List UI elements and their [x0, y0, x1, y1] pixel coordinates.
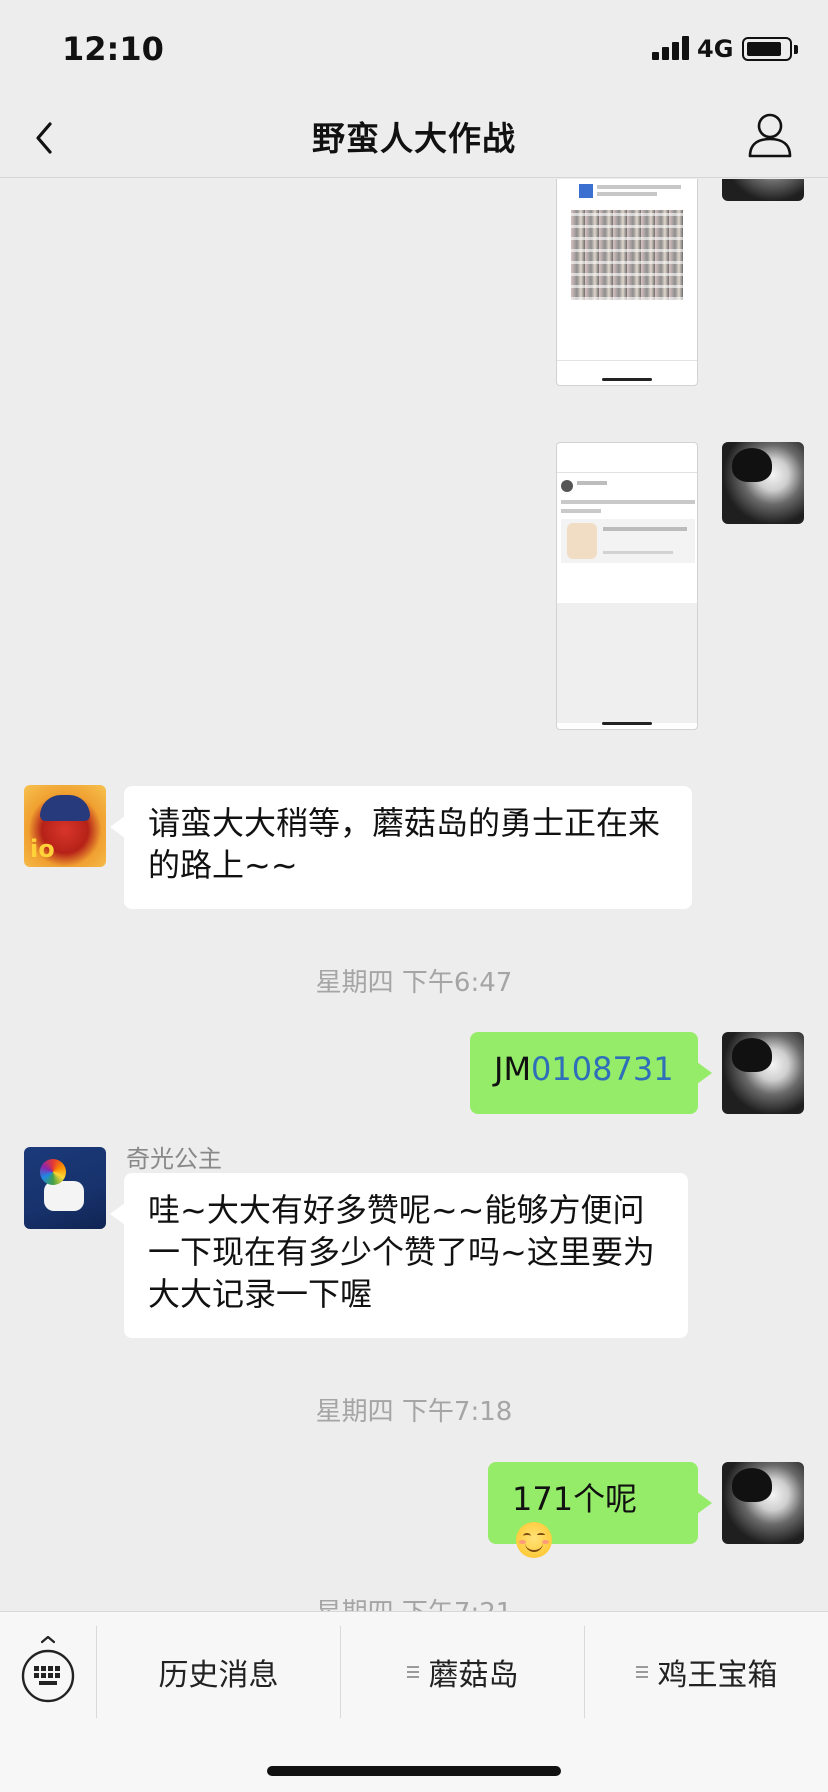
keyboard-icon [21, 1635, 75, 1703]
avatar[interactable] [24, 1147, 106, 1229]
chat-area[interactable]: 请蛮大大稍等，蘑菇岛的勇士正在来的路上~~ 星期四 下午6:47 JM01087… [0, 179, 828, 1611]
message-bubble[interactable]: JM0108731 [470, 1032, 712, 1114]
menu-item-chicken-king-chest[interactable]: 鸡王宝箱 [585, 1626, 828, 1718]
avatar[interactable] [722, 1462, 804, 1544]
battery-icon [742, 37, 798, 61]
message-bubble[interactable]: 哇~大大有好多赞呢~~能够方便问一下现在有多少个赞了吗~这里要为大大记录一下喔 [110, 1173, 688, 1338]
message-bubble[interactable]: 请蛮大大稍等，蘑菇岛的勇士正在来的路上~~ [110, 786, 692, 909]
message-text: JM [494, 1050, 532, 1088]
avatar[interactable] [722, 179, 804, 201]
menu-item-label: 蘑菇岛 [428, 1658, 519, 1693]
signal-icon [652, 36, 690, 60]
avatar[interactable] [24, 785, 106, 867]
status-time: 12:10 [62, 30, 164, 68]
profile-icon [748, 113, 792, 158]
message-text: 哇~大大有好多赞呢~~能够方便问一下现在有多少个赞了吗~这里要为大大记录一下喔 [148, 1191, 655, 1313]
menu-item-history[interactable]: 历史消息 [97, 1626, 340, 1718]
avatar[interactable] [722, 442, 804, 524]
avatar[interactable] [722, 1032, 804, 1114]
message-text: 请蛮大大稍等，蘑菇岛的勇士正在来的路上~~ [148, 804, 661, 884]
timestamp: 星期四 下午7:21 [0, 1592, 828, 1611]
phone-number-link[interactable]: 0108731 [531, 1050, 674, 1088]
network-type: 4G [697, 35, 734, 63]
chat-title: 野蛮人大作战 [312, 119, 516, 158]
timestamp: 星期四 下午7:18 [315, 1397, 513, 1427]
message-bubble[interactable]: 171个呢 [488, 1462, 712, 1558]
nav-bar: 野蛮人大作战 [0, 96, 828, 178]
keyboard-toggle[interactable] [20, 1634, 76, 1706]
official-account-menu: 历史消息 蘑菇岛 鸡王宝箱 [0, 1611, 828, 1792]
home-indicator[interactable] [267, 1766, 561, 1776]
status-bar: 12:10 4G [0, 0, 828, 96]
sender-name: 奇光公主 [126, 1145, 222, 1173]
message-text: 171个呢 [512, 1480, 638, 1518]
submenu-icon [406, 1665, 419, 1679]
timestamp: 星期四 下午6:47 [315, 968, 513, 998]
smile-emoji [516, 1522, 552, 1558]
submenu-icon [635, 1665, 648, 1679]
menu-item-label: 历史消息 [158, 1658, 279, 1693]
image-message[interactable] [556, 179, 698, 386]
menu-item-label: 鸡王宝箱 [657, 1658, 778, 1693]
profile-button[interactable] [744, 110, 796, 162]
image-message[interactable] [556, 442, 698, 730]
menu-item-mushroom-island[interactable]: 蘑菇岛 [341, 1626, 584, 1718]
